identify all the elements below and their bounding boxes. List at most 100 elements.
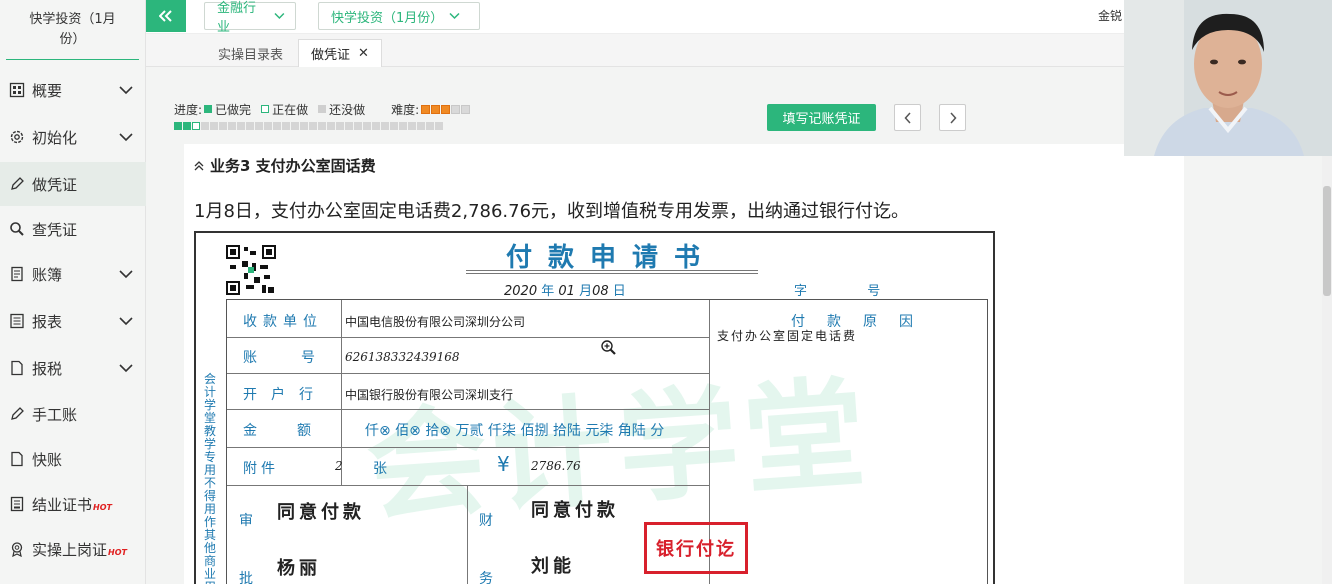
chevron-down-icon	[119, 86, 133, 95]
pencil-icon	[8, 405, 26, 423]
industry-select-value: 金融行业	[217, 1, 257, 35]
gear-icon	[8, 128, 26, 146]
task-description: 1月8日，支付办公室固定电话费2,786.76元，收到增值税专用发票，出纳通过银…	[194, 201, 910, 222]
progress-step-todo[interactable]	[264, 122, 272, 130]
difficulty-stars	[421, 104, 471, 114]
progress-step-todo[interactable]	[363, 122, 371, 130]
badge-icon	[8, 540, 26, 558]
close-icon[interactable]: ✕	[358, 46, 369, 61]
payee-value: 中国电信股份有限公司深圳分公司	[345, 315, 526, 329]
company-title: 快学投资（1月份）	[6, 0, 139, 60]
progress-step-todo[interactable]	[354, 122, 362, 130]
tab-make-voucher[interactable]: 做凭证 ✕	[298, 39, 382, 67]
report-icon	[8, 312, 26, 330]
progress-step-todo[interactable]	[228, 122, 236, 130]
form-date: 2020 年 01 月08 日	[504, 284, 626, 299]
star-filled-icon	[421, 104, 431, 114]
progress-step-todo[interactable]	[372, 122, 380, 130]
progress-step-todo[interactable]	[273, 122, 281, 130]
industry-select[interactable]: 金融行业	[204, 1, 296, 35]
progress-step-todo[interactable]	[291, 122, 299, 130]
payee-label: 收款单位	[243, 314, 323, 330]
sidebar-item-manual-ledger[interactable]: 手工账	[0, 392, 146, 436]
payment-request-form: 会计学堂 付款申请书 2020 年 01 月08 日 字 号 会计学堂教学专用不…	[194, 231, 995, 584]
progress-step-todo[interactable]	[255, 122, 263, 130]
sidebar-item-overview[interactable]: 概要	[0, 68, 146, 112]
task-title[interactable]: 业务3 支付办公室固话费	[194, 155, 376, 176]
progress-step-todo[interactable]	[300, 122, 308, 130]
progress-step-done[interactable]	[174, 122, 182, 130]
sidebar-item-label: 查凭证	[32, 220, 78, 239]
progress-step-todo[interactable]	[390, 122, 398, 130]
account-value: 626138332439168	[345, 350, 460, 364]
legend-todo: 还没做	[329, 102, 366, 117]
finance-label: 财	[479, 513, 499, 529]
progress-step-todo[interactable]	[435, 122, 443, 130]
progress-step-todo[interactable]	[327, 122, 335, 130]
progress-step-todo[interactable]	[381, 122, 389, 130]
progress-step-todo[interactable]	[210, 122, 218, 130]
star-filled-icon	[431, 104, 441, 114]
sidebar-item-query-voucher[interactable]: 查凭证	[0, 207, 146, 251]
approve-text: 同意付款	[277, 502, 365, 523]
chevron-right-icon	[949, 111, 957, 124]
amount-number: 2786.76	[531, 459, 581, 473]
vertical-scrollbar[interactable]	[1322, 156, 1332, 584]
fill-voucher-button[interactable]: 填写记账凭证	[767, 104, 876, 131]
progress-step-todo[interactable]	[408, 122, 416, 130]
progress-step-todo[interactable]	[426, 122, 434, 130]
progress-step-todo[interactable]	[336, 122, 344, 130]
progress-step-current[interactable]	[192, 122, 200, 130]
hot-badge: HOT	[93, 502, 112, 512]
approve-label-2: 批	[239, 571, 259, 584]
progress-step-todo[interactable]	[219, 122, 227, 130]
sidebar-item-job-certificate[interactable]: 实操上岗证 HOT	[0, 527, 146, 571]
prev-button[interactable]	[894, 104, 921, 131]
chevron-down-icon	[274, 13, 285, 20]
sidebar-item-ledger[interactable]: 账簿	[0, 252, 146, 296]
chevron-down-icon	[119, 317, 133, 326]
tab-bar: 实操目录表 做凭证 ✕	[146, 34, 1124, 67]
progress-step-done[interactable]	[183, 122, 191, 130]
sidebar-item-quick-ledger[interactable]: 快账	[0, 437, 146, 481]
finance-person: 刘能	[531, 556, 575, 577]
sidebar-item-label: 手工账	[32, 405, 78, 424]
bank-paid-stamp: 银行付讫	[644, 522, 748, 574]
progress-step-todo[interactable]	[282, 122, 290, 130]
sidebar-item-reports[interactable]: 报表	[0, 299, 146, 343]
next-button[interactable]	[939, 104, 966, 131]
form-number: 字 号	[794, 284, 881, 299]
bank-label: 开户行	[243, 387, 327, 403]
progress-step-todo[interactable]	[399, 122, 407, 130]
star-empty-icon	[451, 104, 461, 114]
sidebar-item-init[interactable]: 初始化	[0, 115, 146, 159]
sidebar-item-label: 报表	[32, 312, 63, 331]
progress-step-todo[interactable]	[237, 122, 245, 130]
progress-step-todo[interactable]	[417, 122, 425, 130]
difficulty-label: 难度:	[391, 102, 420, 117]
scrollbar-thumb[interactable]	[1323, 186, 1331, 296]
progress-step-todo[interactable]	[318, 122, 326, 130]
sidebar-item-certificate[interactable]: 结业证书 HOT	[0, 482, 146, 526]
finance-text: 同意付款	[531, 500, 619, 521]
user-name[interactable]: 金锐	[1098, 7, 1122, 24]
collapse-sidebar-button[interactable]	[146, 0, 186, 32]
progress-step-todo[interactable]	[309, 122, 317, 130]
sidebar-item-label: 结业证书	[32, 495, 93, 514]
qr-code-icon	[226, 245, 276, 295]
reason-value: 支付办公室固定电话费	[717, 329, 858, 343]
company-select[interactable]: 快学投资（1月份）	[318, 2, 480, 30]
sidebar-item-make-voucher[interactable]: 做凭证	[0, 162, 146, 206]
side-note: 会计学堂教学专用不得用作其他商业用途	[203, 372, 216, 584]
document-icon	[8, 359, 26, 377]
tab-catalog[interactable]: 实操目录表	[206, 39, 295, 67]
progress-step-todo[interactable]	[246, 122, 254, 130]
document-icon	[8, 450, 26, 468]
sidebar-item-label: 账簿	[32, 265, 63, 284]
amount-in-words: 仟⊗ 佰⊗ 拾⊗ 万贰 仟柒 佰捌 拾陆 元柒 角陆 分	[365, 423, 665, 439]
sidebar-item-tax[interactable]: 报税	[0, 346, 146, 390]
progress-step-todo[interactable]	[201, 122, 209, 130]
progress-step-todo[interactable]	[345, 122, 353, 130]
legend-doing: 正在做	[272, 102, 309, 117]
search-icon	[8, 220, 26, 238]
